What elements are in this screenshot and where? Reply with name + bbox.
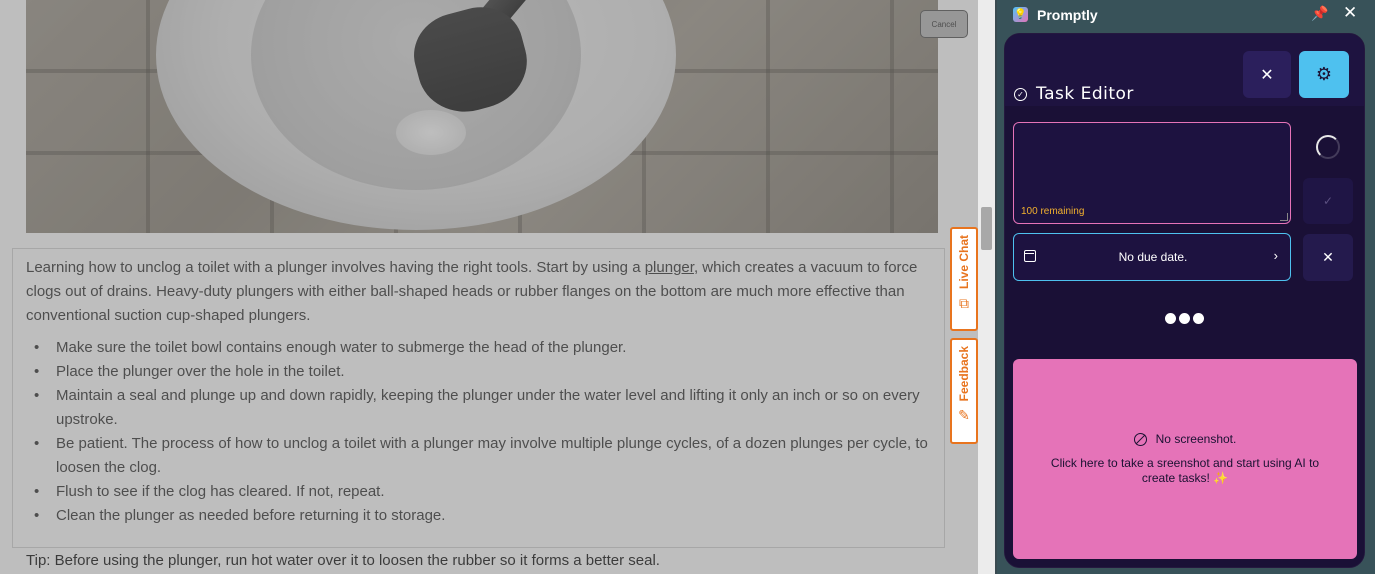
editor-title: Task Editor (1036, 84, 1134, 104)
close-icon: ✕ (1260, 66, 1274, 84)
chevron-right-icon: › (1273, 248, 1278, 263)
promptly-logo-icon: 💡 (1013, 7, 1028, 22)
close-panel-button[interactable]: ✕ (1343, 3, 1357, 23)
settings-button[interactable]: ⚙ (1299, 51, 1349, 98)
ban-icon (1133, 432, 1147, 446)
feedback-icon: ✎ (958, 407, 970, 424)
clear-due-date-button[interactable]: ✕ (1303, 234, 1353, 281)
spinner-icon (1316, 135, 1340, 159)
close-editor-button[interactable]: ✕ (1243, 51, 1291, 98)
list-item: Maintain a seal and plunge up and down r… (26, 384, 931, 432)
article-selection-box: Learning how to unclog a toilet with a p… (12, 248, 945, 548)
list-item: Place the plunger over the hole in the t… (26, 360, 931, 384)
article-hero-image (26, 0, 938, 233)
task-editor-body: 100 remaining ✓ No due date. › ✕ No scre… (1005, 106, 1364, 567)
plunger-link[interactable]: plunger (645, 259, 694, 276)
promptly-panel: 💡 Promptly 📌 ✕ ✕ ⚙ ✓ Task Editor 100 rem… (997, 0, 1375, 574)
list-item: Be patient. The process of how to unclog… (26, 432, 931, 480)
confirm-task-button[interactable]: ✓ (1303, 178, 1353, 224)
editor-title-row: ✓ Task Editor (1014, 84, 1134, 104)
pin-icon[interactable]: 📌 (1311, 5, 1328, 22)
screenshot-hint: Click here to take a sreenshot and start… (1050, 456, 1320, 485)
page-scrollbar[interactable] (978, 0, 995, 574)
chat-icon: ⧉ (959, 295, 969, 312)
feedback-label: Feedback (957, 346, 971, 402)
task-description-input[interactable]: 100 remaining (1013, 122, 1291, 224)
tip-text: Tip: Before using the plunger, run hot w… (26, 552, 660, 569)
due-date-field[interactable]: No due date. › (1013, 233, 1291, 281)
panel-titlebar: 💡 Promptly 📌 ✕ (997, 0, 1375, 30)
due-date-text: No due date. (1118, 250, 1188, 264)
take-screenshot-area[interactable]: No screenshot. Click here to take a sree… (1013, 359, 1357, 559)
resize-handle[interactable] (1280, 213, 1288, 221)
live-chat-label: Live Chat (957, 235, 971, 290)
task-editor-header: ✕ ⚙ ✓ Task Editor (1005, 34, 1364, 106)
check-icon: ✓ (1322, 194, 1334, 208)
list-item: Clean the plunger as needed before retur… (26, 504, 931, 528)
no-screenshot-label: No screenshot. (1155, 432, 1237, 446)
no-screenshot-row: No screenshot. (1013, 432, 1357, 446)
remaining-counter: 100 remaining (1021, 206, 1085, 217)
more-options-icon[interactable] (1165, 313, 1204, 324)
web-page: Cancel Learning how to unclog a toilet w… (0, 0, 978, 574)
feedback-tab[interactable]: Feedback ✎ (950, 338, 978, 444)
article-intro: Learning how to unclog a toilet with a p… (26, 256, 931, 328)
check-circle-icon: ✓ (1014, 87, 1027, 101)
close-icon: ✕ (1322, 249, 1334, 265)
gear-icon: ⚙ (1315, 64, 1333, 84)
steps-list: Make sure the toilet bowl contains enoug… (26, 336, 931, 528)
loading-spinner (1303, 122, 1353, 172)
cancel-button[interactable]: Cancel (920, 10, 968, 38)
list-item: Flush to see if the clog has cleared. If… (26, 480, 931, 504)
scrollbar-thumb[interactable] (981, 207, 992, 250)
app-title: Promptly (1037, 7, 1098, 23)
list-item: Make sure the toilet bowl contains enoug… (26, 336, 931, 360)
task-editor-card: ✕ ⚙ ✓ Task Editor 100 remaining ✓ No due… (1004, 33, 1365, 568)
intro-text: Learning how to unclog a toilet with a p… (26, 259, 645, 276)
live-chat-tab[interactable]: Live Chat ⧉ (950, 227, 978, 331)
